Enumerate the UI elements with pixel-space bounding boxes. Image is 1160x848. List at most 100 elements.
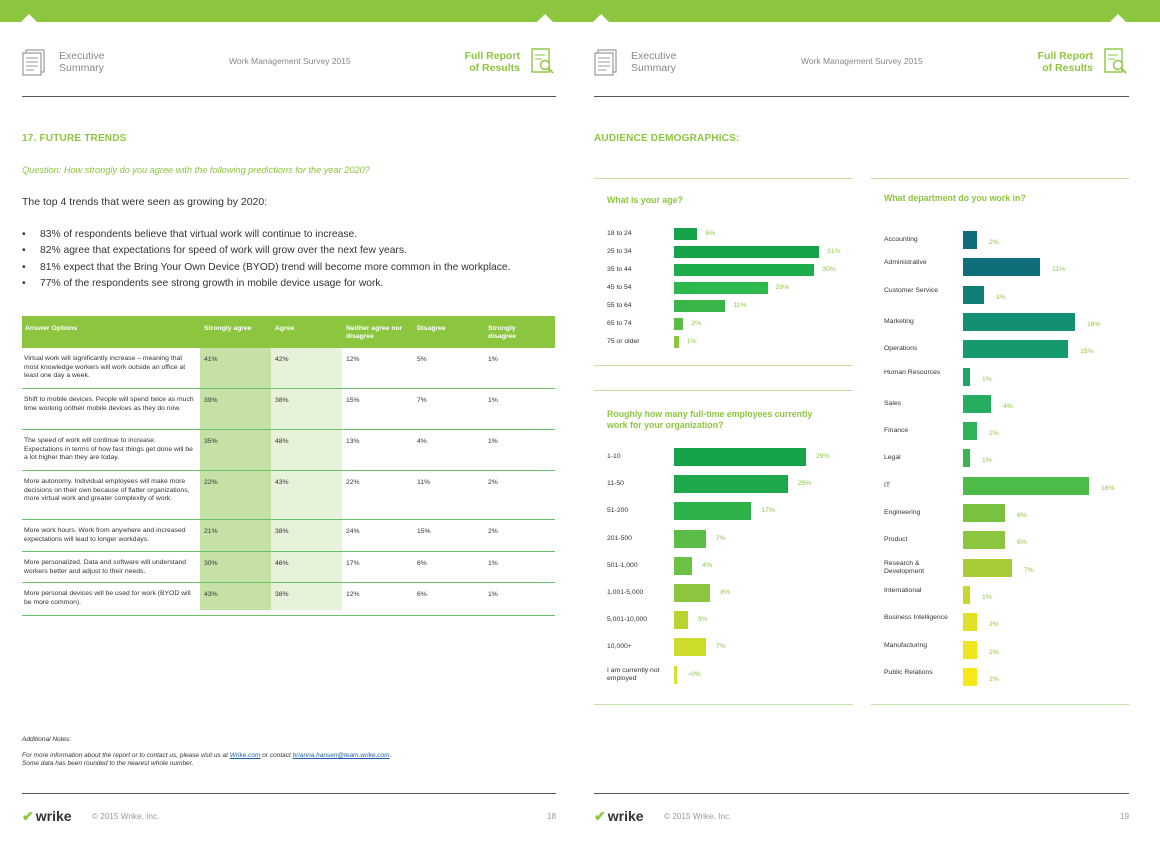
table-body: Virtual work will significantly increase… bbox=[22, 348, 555, 616]
report-magnifier-icon[interactable] bbox=[1103, 47, 1129, 77]
category-label: 501-1,000 bbox=[607, 561, 638, 569]
category-label: Finance bbox=[884, 427, 909, 435]
table-cell: 17% bbox=[346, 560, 360, 567]
value-label: 16% bbox=[1087, 320, 1101, 328]
category-label: Marketing bbox=[884, 317, 914, 325]
value-label: 2% bbox=[989, 430, 999, 438]
category-label: Business Intelligence bbox=[884, 614, 948, 622]
table-cell: 2% bbox=[488, 479, 498, 486]
value-label: 17% bbox=[761, 507, 775, 515]
list-item: • 81% expect that the Bring Your Own Devi… bbox=[22, 261, 511, 273]
table-cell: 48% bbox=[275, 438, 289, 445]
chart-bar bbox=[963, 613, 977, 632]
table-row: The speed of work will continue to incre… bbox=[22, 430, 555, 471]
table-cell: 1% bbox=[488, 560, 498, 567]
chart-bar bbox=[674, 529, 706, 548]
value-label: 18% bbox=[1101, 484, 1115, 492]
divider bbox=[594, 704, 853, 705]
divider bbox=[594, 96, 1129, 97]
page-header: Executive Summary Work Management Survey … bbox=[594, 44, 1129, 84]
chart-bar bbox=[963, 422, 977, 441]
table-cell: 43% bbox=[204, 591, 218, 598]
divider bbox=[871, 178, 1129, 179]
column-header: Strongly agree bbox=[204, 325, 252, 332]
table-cell: 15% bbox=[346, 397, 360, 404]
divider bbox=[594, 390, 853, 391]
full-report-link[interactable]: Full Report of Results bbox=[1038, 50, 1093, 74]
column-header: Strongly disagree bbox=[488, 325, 516, 340]
category-label: Engineering bbox=[884, 509, 921, 516]
value-label: 1% bbox=[686, 338, 697, 345]
chart-bar bbox=[963, 258, 1040, 277]
answer-option: More personalized. Data and software wil… bbox=[24, 559, 187, 575]
category-label: Accounting bbox=[884, 236, 918, 243]
trends-table: Answer Options Strongly agree Agree Neit… bbox=[22, 316, 555, 616]
value-label: 1% bbox=[982, 593, 992, 601]
intro-text: The top 4 trends that were seen as growi… bbox=[22, 196, 268, 208]
table-cell: 1% bbox=[488, 397, 498, 404]
email-link[interactable]: brianna.hansen@team.wrike.com bbox=[293, 752, 390, 759]
chart-bar bbox=[674, 318, 684, 330]
value-label: 11% bbox=[733, 302, 747, 309]
divider bbox=[871, 704, 1129, 705]
divider bbox=[594, 178, 853, 179]
table-row: Virtual work will significantly increase… bbox=[22, 348, 555, 389]
column-header: Agree bbox=[275, 325, 295, 332]
page-footer: ✔ wrike © 2015 Wrike, Inc. 19 bbox=[594, 808, 1129, 828]
chart-bar bbox=[963, 449, 970, 468]
category-label: Human Resources bbox=[884, 368, 941, 376]
section-title: AUDIENCE DEMOGRAPHICS: bbox=[594, 133, 740, 144]
wrike-link[interactable]: Wrike.com bbox=[230, 752, 261, 759]
value-label: 25% bbox=[797, 480, 812, 488]
right-page: Executive Summary Work Management Survey … bbox=[594, 0, 1129, 848]
category-label: 201-500 bbox=[607, 534, 632, 542]
category-label: Manufacturing bbox=[884, 641, 928, 649]
table-cell: 22% bbox=[346, 479, 360, 486]
executive-summary-link[interactable]: Executive Summary bbox=[631, 50, 677, 74]
full-report-link[interactable]: Full Report of Results bbox=[465, 50, 520, 74]
answer-option: Shift to mobile devices. People will spe… bbox=[24, 396, 194, 412]
chart-bar bbox=[963, 667, 977, 686]
chart-bar bbox=[674, 228, 698, 240]
notes-heading: Additional Notes: bbox=[22, 736, 72, 743]
chart-bar bbox=[674, 611, 688, 630]
column-header: Disagree bbox=[417, 325, 446, 332]
chart-bar bbox=[674, 475, 788, 494]
category-label: 1-10 bbox=[607, 453, 621, 460]
trend-list: • 83% of respondents believe that virtual… bbox=[22, 227, 510, 292]
table-cell: 12% bbox=[346, 356, 360, 363]
table-cell: 22% bbox=[204, 479, 218, 486]
chart-bar bbox=[963, 558, 1012, 577]
check-icon: ✔ bbox=[22, 808, 34, 824]
chart-title-department: What department do you work in? bbox=[884, 193, 1026, 203]
chart-bar bbox=[674, 584, 711, 602]
table-cell: 41% bbox=[204, 356, 218, 363]
table-cell: 30% bbox=[204, 560, 218, 567]
table-cell: 38% bbox=[275, 397, 289, 404]
value-label: 15% bbox=[1080, 348, 1094, 356]
chart-bar bbox=[674, 448, 806, 466]
chart-bar bbox=[963, 340, 1068, 359]
page-number: 19 bbox=[1119, 812, 1129, 821]
category-label: Product bbox=[884, 536, 908, 544]
category-label: Administrative bbox=[884, 259, 927, 267]
table-cell: 24% bbox=[346, 528, 360, 535]
report-magnifier-icon[interactable] bbox=[530, 47, 556, 77]
document-icon[interactable] bbox=[594, 48, 620, 76]
category-label: 18 to 24 bbox=[607, 230, 632, 237]
check-icon: ✔ bbox=[594, 808, 606, 824]
table-cell: 15% bbox=[417, 528, 431, 535]
column-header: Neither agree nor disagree bbox=[346, 325, 403, 340]
value-label: 29% bbox=[816, 453, 830, 460]
document-icon[interactable] bbox=[22, 48, 48, 76]
value-label: 6% bbox=[1017, 512, 1027, 519]
value-label: 2% bbox=[989, 239, 999, 246]
table-cell: 12% bbox=[346, 591, 360, 598]
category-label: 25 to 34 bbox=[607, 248, 632, 255]
value-label: 2% bbox=[989, 675, 999, 683]
category-label: 35 to 44 bbox=[607, 266, 632, 273]
table-cell: 4% bbox=[417, 438, 427, 445]
executive-summary-link[interactable]: Executive Summary bbox=[59, 50, 105, 74]
chart-bar bbox=[963, 585, 970, 604]
table-cell: 7% bbox=[417, 397, 427, 404]
